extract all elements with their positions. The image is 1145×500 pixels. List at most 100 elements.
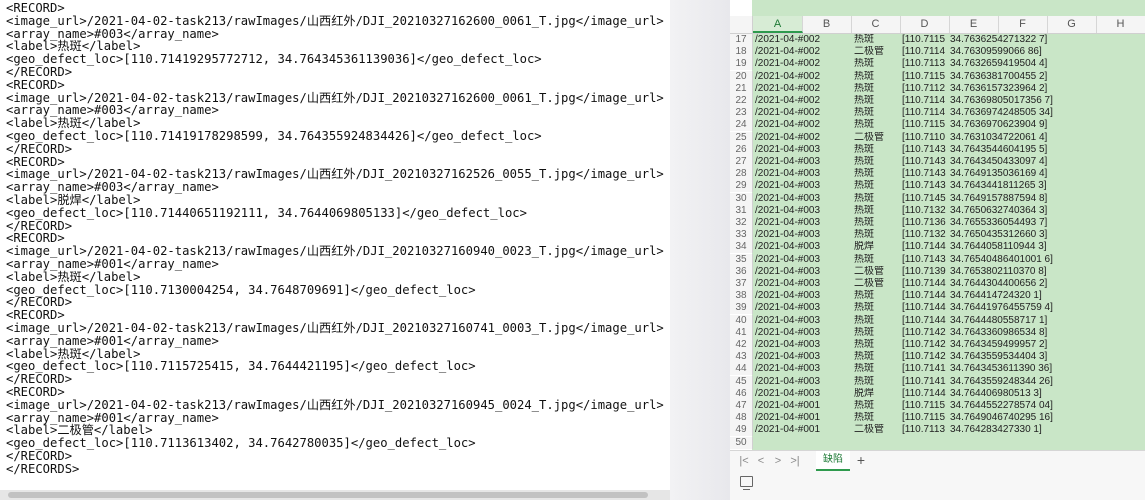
- geo-cell-e[interactable]: 34.7643441811265 3]: [950, 180, 1140, 192]
- row-header[interactable]: 35: [730, 253, 753, 266]
- array-cell[interactable]: /2021-04-#003: [755, 217, 851, 229]
- geo-cell-d[interactable]: [110.7144: [902, 388, 948, 400]
- row-header[interactable]: 43: [730, 351, 753, 364]
- array-cell[interactable]: /2021-04-#003: [755, 266, 851, 278]
- row-header[interactable]: 19: [730, 58, 753, 71]
- geo-cell-d[interactable]: [110.7142: [902, 327, 948, 339]
- geo-cell-e[interactable]: 34.7636974248505 34]: [950, 107, 1140, 119]
- label-cell[interactable]: 二极管: [854, 46, 900, 58]
- row-header[interactable]: 26: [730, 143, 753, 156]
- array-cell[interactable]: /2021-04-#003: [755, 315, 851, 327]
- geo-cell-d[interactable]: [110.7114: [902, 95, 948, 107]
- row-header[interactable]: 22: [730, 95, 753, 107]
- label-cell[interactable]: 热斑: [854, 254, 900, 266]
- geo-cell-e[interactable]: 34.76540486401001 6]: [950, 254, 1140, 266]
- geo-cell-e[interactable]: 34.7643450433097 4]: [950, 156, 1140, 168]
- geo-cell-d[interactable]: [110.7139: [902, 266, 948, 278]
- label-cell[interactable]: 热斑: [854, 302, 900, 314]
- geo-cell-d[interactable]: [110.7145: [902, 193, 948, 205]
- array-cell[interactable]: /2021-04-#002: [755, 58, 851, 70]
- label-cell[interactable]: 热斑: [854, 156, 900, 168]
- sheet-tab-defects[interactable]: 缺陷: [816, 451, 850, 471]
- array-cell[interactable]: /2021-04-#003: [755, 278, 851, 290]
- row-header[interactable]: 31: [730, 204, 753, 217]
- geo-cell-d[interactable]: [110.7144: [902, 290, 948, 302]
- row-header[interactable]: 36: [730, 265, 753, 278]
- geo-cell-e[interactable]: 34.7632659419504 4]: [950, 58, 1140, 70]
- geo-cell-e[interactable]: 34.7650632740364 3]: [950, 205, 1140, 217]
- geo-cell-d[interactable]: [110.7113: [902, 58, 948, 70]
- add-sheet-button[interactable]: +: [854, 452, 868, 468]
- sheet-nav-button[interactable]: <: [755, 454, 767, 468]
- sheet-nav-button[interactable]: >: [772, 454, 784, 468]
- array-cell[interactable]: /2021-04-#003: [755, 193, 851, 205]
- array-cell[interactable]: /2021-04-#003: [755, 290, 851, 302]
- label-cell[interactable]: 热斑: [854, 315, 900, 327]
- label-cell[interactable]: 热斑: [854, 119, 900, 131]
- row-header[interactable]: 47: [730, 400, 753, 412]
- row-header[interactable]: 23: [730, 107, 753, 120]
- array-cell[interactable]: /2021-04-#003: [755, 205, 851, 217]
- label-cell[interactable]: 热斑: [854, 327, 900, 339]
- label-cell[interactable]: 二极管: [854, 132, 900, 144]
- geo-cell-d[interactable]: [110.7142: [902, 351, 948, 363]
- geo-cell-d[interactable]: [110.7136: [902, 217, 948, 229]
- column-header-a[interactable]: A: [753, 16, 803, 33]
- geo-cell-e[interactable]: 34.7644552278574 04]: [950, 400, 1140, 412]
- row-header[interactable]: 30: [730, 192, 753, 205]
- row-header[interactable]: 27: [730, 156, 753, 168]
- array-cell[interactable]: /2021-04-#002: [755, 132, 851, 144]
- array-cell[interactable]: /2021-04-#003: [755, 302, 851, 314]
- array-cell[interactable]: /2021-04-#003: [755, 376, 851, 388]
- label-cell[interactable]: 热斑: [854, 58, 900, 70]
- geo-cell-e[interactable]: 34.7644058110944 3]: [950, 241, 1140, 253]
- row-header[interactable]: 32: [730, 217, 753, 229]
- array-cell[interactable]: /2021-04-#003: [755, 168, 851, 180]
- geo-cell-d[interactable]: [110.7114: [902, 46, 948, 58]
- label-cell[interactable]: 二极管: [854, 266, 900, 278]
- row-header[interactable]: 45: [730, 375, 753, 388]
- array-cell[interactable]: /2021-04-#003: [755, 351, 851, 363]
- geo-cell-e[interactable]: 34.7643459499957 2]: [950, 339, 1140, 351]
- label-cell[interactable]: 热斑: [854, 71, 900, 83]
- array-cell[interactable]: /2021-04-#002: [755, 95, 851, 107]
- label-cell[interactable]: 热斑: [854, 217, 900, 229]
- geo-cell-d[interactable]: [110.7115: [902, 34, 948, 46]
- row-header[interactable]: 40: [730, 314, 753, 327]
- label-cell[interactable]: 二极管: [854, 278, 900, 290]
- array-cell[interactable]: /2021-04-#002: [755, 34, 851, 46]
- array-cell[interactable]: /2021-04-#003: [755, 327, 851, 339]
- row-header[interactable]: 29: [730, 180, 753, 193]
- xml-editor[interactable]: <RECORD> <image_url>/2021-04-02-task213/r…: [0, 0, 670, 490]
- row-header[interactable]: 46: [730, 387, 753, 400]
- row-header[interactable]: 49: [730, 424, 753, 437]
- label-cell[interactable]: 热斑: [854, 34, 900, 46]
- label-cell[interactable]: 热斑: [854, 107, 900, 119]
- geo-cell-e[interactable]: 34.7636381700455 2]: [950, 71, 1140, 83]
- column-header-f[interactable]: F: [998, 16, 1048, 33]
- geo-cell-e[interactable]: 34.76309599066 86]: [950, 46, 1140, 58]
- label-cell[interactable]: 热斑: [854, 83, 900, 95]
- label-cell[interactable]: 热斑: [854, 339, 900, 351]
- row-header[interactable]: 41: [730, 326, 753, 339]
- monitor-icon[interactable]: [740, 476, 753, 490]
- column-header-c[interactable]: C: [851, 16, 901, 33]
- column-header-e[interactable]: E: [949, 16, 999, 33]
- geo-cell-e[interactable]: 34.7636157323964 2]: [950, 83, 1140, 95]
- geo-cell-d[interactable]: [110.7143: [902, 180, 948, 192]
- geo-cell-d[interactable]: [110.7115: [902, 119, 948, 131]
- label-cell[interactable]: 热斑: [854, 193, 900, 205]
- row-header[interactable]: 42: [730, 339, 753, 351]
- geo-cell-e[interactable]: 34.7649157887594 8]: [950, 193, 1140, 205]
- geo-cell-d[interactable]: [110.7144: [902, 278, 948, 290]
- geo-cell-e[interactable]: 34.764406980513 3]: [950, 388, 1140, 400]
- geo-cell-e[interactable]: 34.764283427330 1]: [950, 424, 1140, 436]
- label-cell[interactable]: 热斑: [854, 205, 900, 217]
- array-cell[interactable]: /2021-04-#003: [755, 180, 851, 192]
- label-cell[interactable]: 热斑: [854, 95, 900, 107]
- geo-cell-e[interactable]: 34.7653802110370 8]: [950, 266, 1140, 278]
- label-cell[interactable]: 热斑: [854, 400, 900, 412]
- geo-cell-e[interactable]: 34.7644480558717 1]: [950, 315, 1140, 327]
- geo-cell-d[interactable]: [110.7143: [902, 156, 948, 168]
- geo-cell-d[interactable]: [110.7144: [902, 302, 948, 314]
